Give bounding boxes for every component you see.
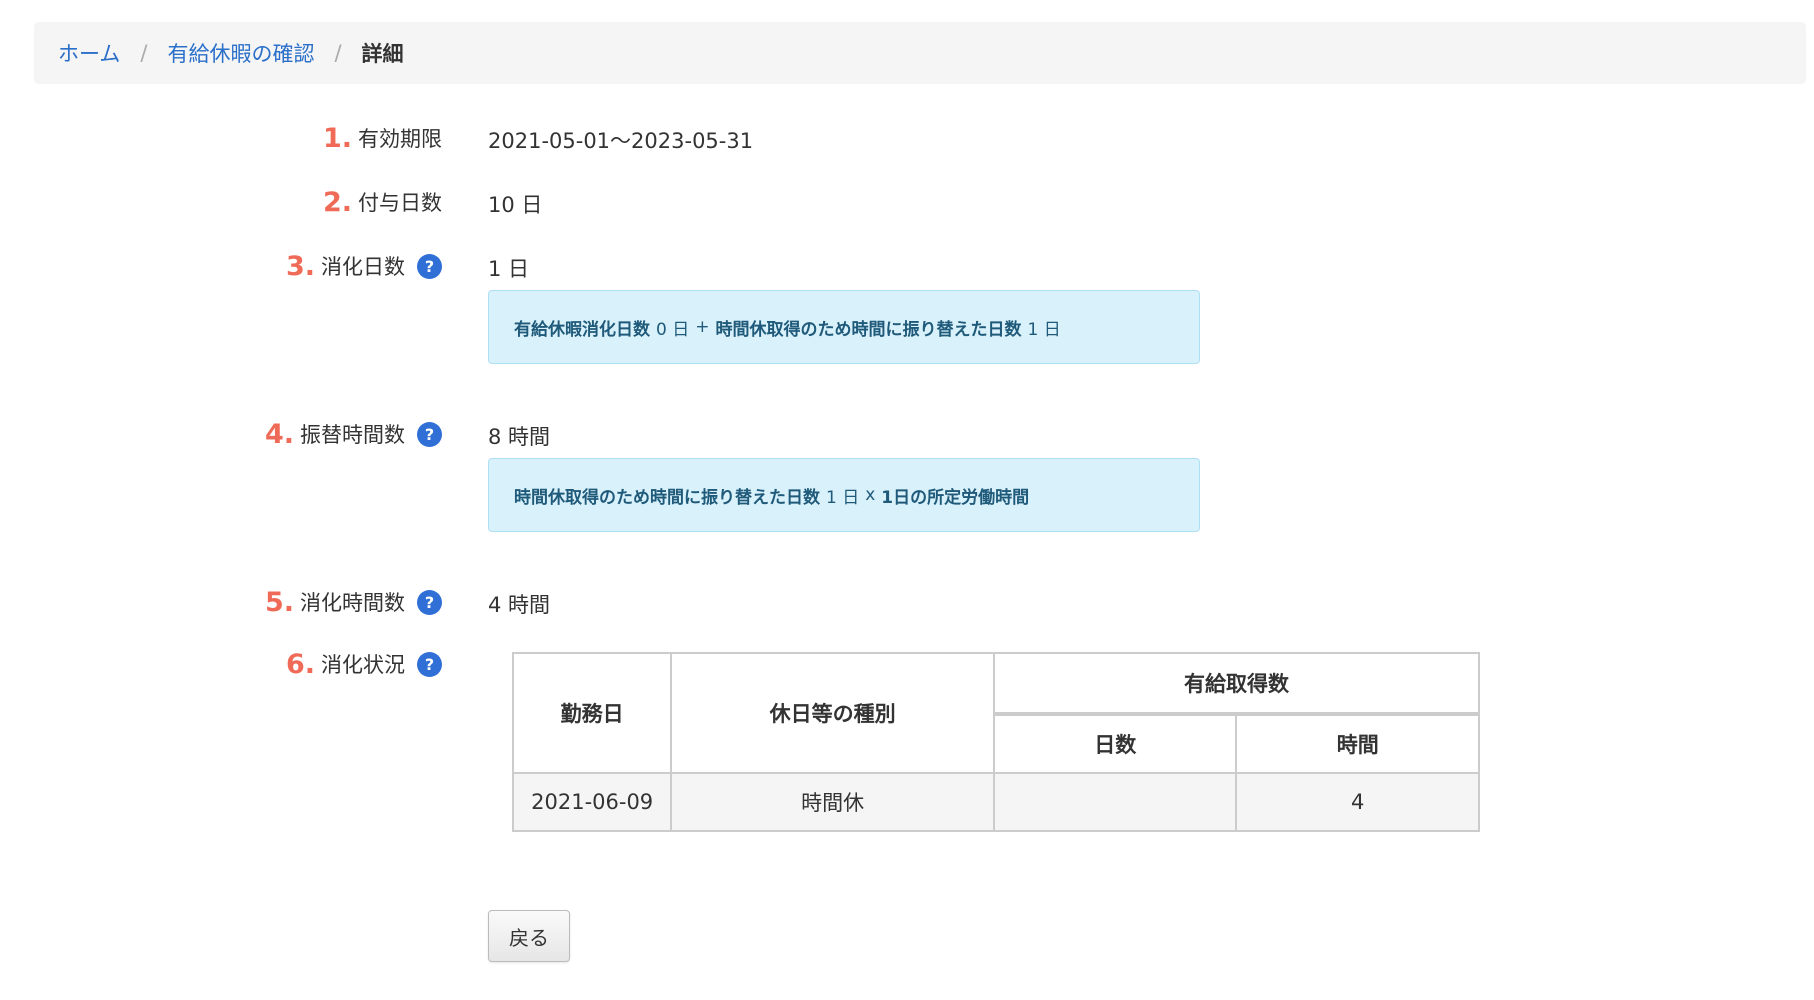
label-text: 振替時間数 [300, 423, 405, 447]
header-paid-taken: 有給取得数 [992, 652, 1481, 715]
info-operator: x [865, 485, 876, 505]
header-days: 日数 [992, 712, 1238, 774]
cell-holiday-type: 時間休 [670, 772, 995, 832]
info-text: 時間休取得のため時間に振り替えた日数 [715, 319, 1022, 340]
table-row: 2021-06-09 時間休 4 [511, 772, 1480, 832]
breadcrumb-separator: / [334, 41, 342, 65]
breadcrumb-confirm-link[interactable]: 有給休暇の確認 [167, 38, 314, 68]
help-icon[interactable]: ? [417, 589, 442, 615]
label-text: 消化日数 [321, 255, 405, 279]
info-operator: + [695, 317, 710, 337]
consumption-table: 勤務日 休日等の種別 有給取得数 日数 時間 2021-06-09 時間休 4 [511, 652, 1481, 832]
field-granted-label: 2. 付与日数 [323, 182, 442, 222]
step-number: 4. [264, 418, 294, 450]
label-text: 消化状況 [321, 653, 405, 677]
step-number: 6. [285, 648, 315, 680]
help-icon[interactable]: ? [417, 253, 442, 279]
step-number: 3. [285, 250, 315, 282]
field-validity-value: 2021-05-01〜2023-05-31 [488, 129, 754, 153]
field-consumed-hours-value: 4 時間 [488, 593, 551, 617]
field-granted-value: 10 日 [488, 193, 543, 217]
cell-days [992, 772, 1238, 832]
info-text: 時間休取得のため時間に振り替えた日数 [514, 487, 820, 508]
consumed-days-info-box: 有給休暇消化日数 0 日 + 時間休取得のため時間に振り替えた日数 1 日 [488, 290, 1200, 364]
info-value: 1 日 [1027, 319, 1061, 340]
info-value: 1 日 [826, 487, 860, 508]
info-text: 有給休暇消化日数 [514, 319, 650, 340]
header-holiday-type: 休日等の種別 [670, 652, 995, 774]
field-transfer-hours-value: 8 時間 [488, 425, 551, 449]
back-button[interactable]: 戻る [488, 910, 570, 962]
header-hours: 時間 [1235, 712, 1480, 774]
field-consumed-hours-label: 5. 消化時間数 ? [265, 582, 442, 622]
info-text: 1日の所定労働時間 [881, 487, 1030, 508]
label-text: 消化時間数 [300, 591, 405, 615]
field-transfer-hours-row: 4. 振替時間数 ? 8 時間 [0, 414, 1814, 454]
field-consumed-days-value: 1 日 [488, 257, 530, 281]
step-number: 5. [264, 586, 294, 618]
breadcrumb-current: 詳細 [361, 42, 404, 66]
field-consumed-days-label: 3. 消化日数 ? [286, 246, 442, 286]
field-transfer-hours-label: 4. 振替時間数 ? [265, 414, 442, 454]
info-value: 0 日 [656, 319, 690, 340]
label-text: 有効期限 [358, 127, 442, 151]
label-text: 付与日数 [358, 191, 442, 215]
field-consumed-days-row: 3. 消化日数 ? 1 日 [0, 246, 1814, 286]
cell-hours: 4 [1235, 772, 1480, 832]
breadcrumb-home-link[interactable]: ホーム [58, 38, 120, 68]
header-work-date: 勤務日 [511, 652, 673, 774]
step-number: 1. [322, 122, 352, 154]
cell-work-date: 2021-06-09 [511, 772, 673, 832]
field-validity-row: 1. 有効期限 2021-05-01〜2023-05-31 [0, 118, 1814, 158]
field-validity-label: 1. 有効期限 [323, 118, 442, 158]
help-icon[interactable]: ? [417, 421, 442, 447]
field-status-label: 6. 消化状況 ? [286, 644, 442, 684]
transfer-hours-info-box: 時間休取得のため時間に振り替えた日数 1 日 x 1日の所定労働時間 [488, 458, 1200, 532]
help-icon[interactable]: ? [417, 651, 442, 677]
breadcrumb: ホーム / 有給休暇の確認 / 詳細 [34, 22, 1806, 84]
breadcrumb-separator: / [140, 41, 148, 65]
step-number: 2. [322, 186, 352, 218]
field-granted-row: 2. 付与日数 10 日 [0, 182, 1814, 222]
field-consumed-hours-row: 5. 消化時間数 ? 4 時間 [0, 582, 1814, 622]
